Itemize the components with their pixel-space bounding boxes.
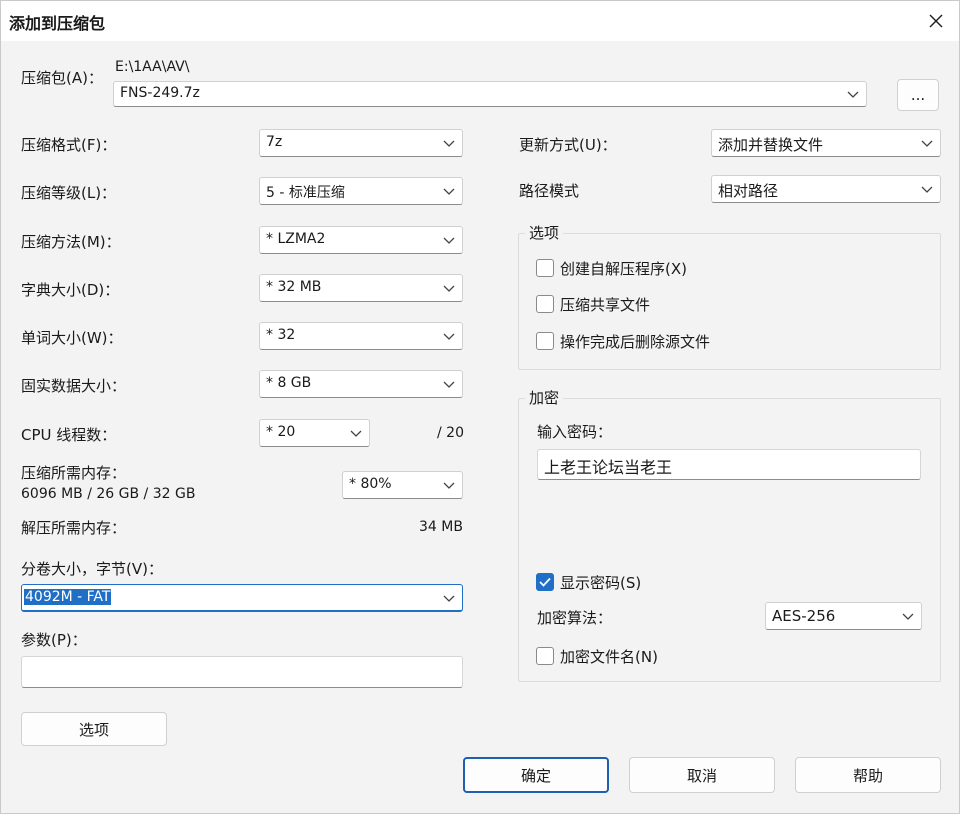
options-group-title: 选项	[525, 222, 564, 243]
format-combo[interactable]: 7z	[259, 129, 463, 157]
show-password-label: 显示密码(S)	[560, 574, 642, 592]
archive-name-value: FNS-249.7z	[120, 85, 200, 101]
solid-label: 固实数据大小：	[21, 377, 127, 395]
threads-combo[interactable]: * 20	[259, 419, 370, 447]
method-label: 压缩方法(M)：	[21, 233, 121, 251]
memory-value: * 80%	[349, 476, 392, 492]
close-button[interactable]	[919, 4, 953, 38]
pathmode-combo[interactable]: 相对路径	[711, 175, 941, 203]
archive-path: E:\1AA\AV\	[115, 59, 190, 75]
decomp-memory-value: 34 MB	[419, 519, 463, 535]
volume-value: 4092M - FAT	[24, 589, 112, 605]
checkmark-icon	[539, 577, 551, 587]
cancel-button[interactable]: 取消	[629, 757, 775, 793]
update-value: 添加并替换文件	[718, 136, 824, 154]
show-password-checkbox[interactable]	[536, 573, 554, 591]
archive-name-combo[interactable]: FNS-249.7z	[113, 81, 867, 107]
chevron-down-icon	[443, 140, 455, 147]
threads-value: * 20	[266, 424, 296, 440]
level-combo[interactable]: 5 - 标准压缩	[259, 177, 463, 205]
chevron-down-icon	[443, 333, 455, 340]
threads-max: / 20	[437, 425, 464, 441]
chevron-down-icon	[443, 482, 455, 489]
params-label: 参数(P)：	[21, 631, 87, 649]
encryption-group-title: 加密	[525, 387, 564, 408]
volume-selected-text: 4092M - FAT	[24, 589, 112, 605]
chevron-down-icon	[350, 430, 362, 437]
word-value: * 32	[266, 327, 296, 343]
chevron-down-icon	[443, 595, 455, 602]
chevron-down-icon	[847, 91, 859, 98]
chevron-down-icon	[902, 613, 914, 620]
solid-value: * 8 GB	[266, 375, 312, 391]
shared-files-checkbox[interactable]	[536, 295, 554, 313]
decomp-memory-label: 解压所需内存：	[21, 519, 127, 537]
dict-combo[interactable]: * 32 MB	[259, 274, 463, 302]
format-label: 压缩格式(F)：	[21, 136, 117, 154]
method-value: * LZMA2	[266, 231, 326, 247]
delete-source-label: 操作完成后删除源文件	[560, 333, 711, 351]
archive-label: 压缩包(A)：	[21, 69, 103, 87]
title-bar: 添加到压缩包	[1, 1, 959, 41]
threads-label: CPU 线程数：	[21, 426, 117, 444]
memory-detail: 6096 MB / 26 GB / 32 GB	[21, 486, 196, 502]
method-combo[interactable]: * LZMA2	[259, 226, 463, 254]
encryption-method-value: AES-256	[772, 607, 836, 625]
password-label: 输入密码：	[537, 423, 613, 441]
pathmode-value: 相对路径	[718, 182, 779, 200]
chevron-down-icon	[921, 186, 933, 193]
password-input[interactable]: 上老王论坛当老王	[537, 449, 921, 480]
word-combo[interactable]: * 32	[259, 322, 463, 350]
delete-source-checkbox[interactable]	[536, 332, 554, 350]
pathmode-label: 路径模式	[519, 182, 580, 200]
help-button[interactable]: 帮助	[795, 757, 941, 793]
volume-label: 分卷大小，字节(V)：	[21, 560, 163, 578]
ok-button[interactable]: 确定	[463, 757, 609, 793]
encryption-method-label: 加密算法：	[537, 609, 613, 627]
level-value: 5 - 标准压缩	[266, 185, 345, 201]
encrypt-names-checkbox[interactable]	[536, 647, 554, 665]
sfx-label: 创建自解压程序(X)	[560, 260, 687, 278]
dict-label: 字典大小(D)：	[21, 281, 120, 299]
params-input[interactable]	[21, 656, 463, 688]
password-value: 上老王论坛当老王	[544, 458, 673, 477]
update-combo[interactable]: 添加并替换文件	[711, 129, 941, 157]
shared-files-label: 压缩共享文件	[560, 296, 651, 314]
browse-button[interactable]: ...	[897, 79, 939, 111]
close-icon	[929, 14, 943, 28]
dict-value: * 32 MB	[266, 279, 322, 295]
chevron-down-icon	[443, 188, 455, 195]
window-title: 添加到压缩包	[9, 14, 106, 33]
chevron-down-icon	[921, 140, 933, 147]
options-button[interactable]: 选项	[21, 712, 167, 746]
chevron-down-icon	[443, 237, 455, 244]
memory-combo[interactable]: * 80%	[342, 471, 463, 499]
update-label: 更新方式(U)：	[519, 136, 617, 154]
add-to-archive-dialog: 添加到压缩包 压缩包(A)： E:\1AA\AV\ FNS-249.7z ...…	[0, 0, 960, 814]
chevron-down-icon	[443, 381, 455, 388]
solid-combo[interactable]: * 8 GB	[259, 370, 463, 398]
sfx-checkbox[interactable]	[536, 259, 554, 277]
encrypt-names-label: 加密文件名(N)	[560, 648, 658, 666]
chevron-down-icon	[443, 285, 455, 292]
level-label: 压缩等级(L)：	[21, 184, 117, 202]
encryption-method-combo[interactable]: AES-256	[765, 602, 922, 630]
volume-combo[interactable]: 4092M - FAT	[21, 584, 463, 612]
format-value: 7z	[266, 134, 283, 150]
memory-label: 压缩所需内存：	[21, 464, 127, 482]
word-label: 单词大小(W)：	[21, 329, 123, 347]
